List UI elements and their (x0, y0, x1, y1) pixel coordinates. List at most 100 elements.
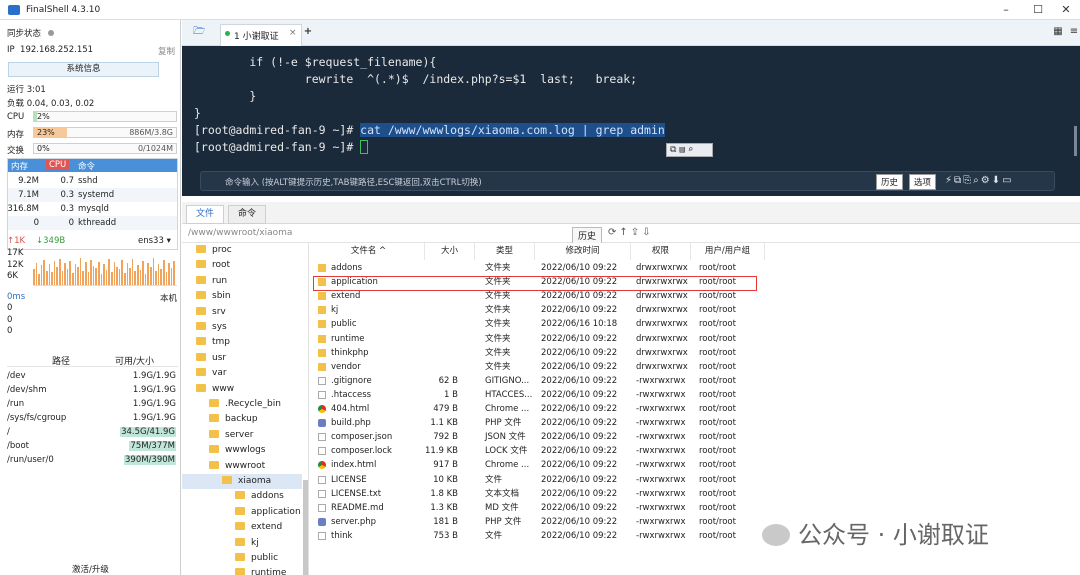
header-mem[interactable]: 内存 (11, 160, 28, 172)
tab-close-icon[interactable]: × (289, 28, 297, 38)
tab-files[interactable]: 文件 (186, 205, 224, 224)
path-input[interactable]: /www/wwwroot/xiaoma (188, 228, 292, 238)
file-row[interactable]: LICENSE 10 KB 文件 2022/06/10 09:22 -rwxrwxrwx… (313, 473, 1080, 487)
disk-row[interactable]: /dev/shm 1.9G/1.9G (7, 384, 178, 398)
tree-item[interactable]: run (196, 274, 227, 289)
process-row[interactable]: 316.8M 0.3 mysqld (7, 202, 177, 216)
net-bar (137, 264, 139, 285)
close-button[interactable]: ✕ (1056, 3, 1076, 17)
session-tab-bar: 🗁 1 小谢取证 × + ▦ ≡ (182, 20, 1080, 46)
maximize-button[interactable]: ☐ (1028, 3, 1048, 17)
disk-row[interactable]: /boot 75M/377M (7, 440, 178, 454)
options-button[interactable]: 选项 (909, 174, 937, 190)
copy-icon[interactable]: ⧉ (670, 145, 676, 155)
tab-session[interactable]: 1 小谢取证 × (220, 24, 302, 46)
folder-icon (318, 320, 326, 329)
file-row[interactable]: extend 文件夹 2022/06/10 09:22 drwxrwxrwx root/… (313, 289, 1080, 303)
folder-open-icon[interactable]: 🗁 (193, 26, 205, 38)
disk-row[interactable]: /run 1.9G/1.9G (7, 398, 178, 412)
folder-icon (318, 348, 326, 357)
file-row[interactable]: index.html 917 B Chrome ... 2022/06/10 09:2… (313, 458, 1080, 472)
tree-item[interactable]: usr (196, 351, 226, 366)
disk-row[interactable]: /34.5G/41.9G (7, 426, 178, 440)
file-row[interactable]: thinkphp 文件夹 2022/06/10 09:22 drwxrwxrwx roo… (313, 346, 1080, 360)
file-row[interactable]: vendor 文件夹 2022/06/10 09:22 drwxrwxrwx root/… (313, 360, 1080, 374)
tree-item[interactable]: proc (196, 243, 232, 258)
command-input-bar[interactable]: 命令输入 (按ALT键提示历史,TAB键路径,ESC键返回,双击CTRL切换) … (200, 171, 1055, 191)
tree-item[interactable]: extend (235, 520, 282, 535)
tree-item[interactable]: www (196, 382, 234, 397)
terminal-tools-icon[interactable]: ⚡⧉⎘⌕⚙⬇▭ (945, 175, 1014, 186)
tree-item[interactable]: wwwlogs (209, 443, 266, 458)
add-tab-button[interactable]: + (302, 26, 314, 38)
tree-item[interactable]: .Recycle_bin (209, 397, 281, 412)
column-mtime[interactable]: 修改时间 (535, 243, 631, 260)
folder-icon (196, 291, 206, 300)
tree-item[interactable]: sbin (196, 289, 231, 304)
terminal-scrollbar[interactable] (1074, 126, 1077, 156)
process-row[interactable]: 0 0 kthreadd (8, 216, 177, 230)
header-cpu[interactable]: CPU (46, 160, 70, 170)
column-size[interactable]: 大小 (425, 243, 475, 260)
tree-item[interactable]: wwwroot (209, 459, 265, 474)
file-row[interactable]: kj 文件夹 2022/06/10 09:22 drwxrwxrwx root/root (313, 303, 1080, 317)
tree-item[interactable]: application (235, 505, 301, 520)
tree-item[interactable]: server (209, 428, 254, 443)
process-row[interactable]: 9.2M 0.7 sshd (8, 174, 177, 188)
disk-row[interactable]: /sys/fs/cgroup 1.9G/1.9G (7, 412, 178, 426)
mem-bar: 23% 886M/3.8G (33, 127, 177, 138)
net-bar (51, 272, 53, 285)
process-row[interactable]: 7.1M 0.3 systemd (8, 188, 177, 202)
tab-commands[interactable]: 命令 (228, 205, 266, 224)
tree-item[interactable]: kj (235, 536, 259, 551)
history-button[interactable]: 历史 (876, 174, 904, 190)
minimize-button[interactable]: – (996, 3, 1016, 17)
file-row[interactable]: build.php 1.1 KB PHP 文件 2022/06/10 09:22 -rw… (313, 416, 1080, 430)
file-row[interactable]: composer.lock 11.9 KB LOCK 文件 2022/06/10 09… (313, 444, 1080, 458)
disk-row[interactable]: /dev 1.9G/1.9G (7, 370, 178, 384)
net-bar (72, 273, 74, 285)
file-row[interactable]: runtime 文件夹 2022/06/10 09:22 drwxrwxrwx root… (313, 332, 1080, 346)
search-icon[interactable]: ⌕ (688, 145, 693, 155)
path-history-button[interactable]: 历史 (572, 227, 603, 244)
header-cmd[interactable]: 命令 (78, 160, 95, 172)
app-logo-icon (8, 5, 20, 15)
tree-item[interactable]: backup (209, 412, 258, 427)
net-iface-select[interactable]: ens33 ▾ (138, 236, 171, 246)
file-row[interactable]: LICENSE.txt 1.8 KB 文本文档 2022/06/10 09:22 -rw… (313, 487, 1080, 501)
file-row[interactable]: addons 文件夹 2022/06/10 09:22 drwxrwxrwx root/… (313, 261, 1080, 275)
swap-label: 交换 (7, 146, 25, 156)
paste-icon[interactable]: ▤ (679, 145, 684, 155)
disk-row[interactable]: /run/user/0 390M/390M (7, 454, 178, 468)
cpu-bar: 2% (33, 111, 177, 122)
file-row[interactable]: composer.json 792 B JSON 文件 2022/06/10 09:2… (313, 430, 1080, 444)
activate-link[interactable]: 激活/升级 (72, 563, 109, 575)
file-row[interactable]: 404.html 479 B Chrome ... 2022/06/10 09:22-… (313, 402, 1080, 416)
tree-item[interactable]: xiaoma (182, 474, 302, 489)
system-info-button[interactable]: 系统信息 (8, 62, 159, 77)
tree-item[interactable]: addons (235, 489, 284, 504)
net-bar (150, 266, 152, 285)
grid-view-icon[interactable]: ▦ (1052, 26, 1064, 38)
column-type[interactable]: 类型 (475, 243, 535, 260)
tree-item[interactable]: tmp (196, 335, 230, 350)
tree-item[interactable]: var (196, 366, 227, 381)
copy-ip-button[interactable]: 复制 (158, 45, 175, 57)
file-tools-icon[interactable]: ⟳↑⇪⇩ (608, 227, 654, 238)
menu-icon[interactable]: ≡ (1068, 26, 1080, 38)
tree-item[interactable]: sys (196, 320, 227, 335)
column-perm[interactable]: 权限 (631, 243, 691, 260)
file-row[interactable]: .htaccess 1 B HTACCES... 2022/06/10 09:22 -r… (313, 388, 1080, 402)
tree-scrollbar[interactable] (303, 480, 308, 575)
column-name[interactable]: 文件名 ^ (313, 243, 425, 260)
tree-item[interactable]: root (196, 258, 230, 273)
net-bar (56, 267, 58, 285)
tree-item[interactable]: srv (196, 305, 226, 320)
tree-item[interactable]: runtime (235, 566, 286, 575)
file-row[interactable]: README.md 1.3 KB MD 文件 2022/06/10 09:22 -rwx… (313, 501, 1080, 515)
net-bar (103, 263, 105, 285)
tree-item[interactable]: public (235, 551, 278, 566)
file-row[interactable]: .gitignore 62 B GITIGNO... 2022/06/10 09:22… (313, 374, 1080, 388)
column-owner[interactable]: 用户/用户组 (691, 243, 765, 260)
file-row[interactable]: public 文件夹 2022/06/16 10:18 drwxrwxrwx root/… (313, 317, 1080, 331)
